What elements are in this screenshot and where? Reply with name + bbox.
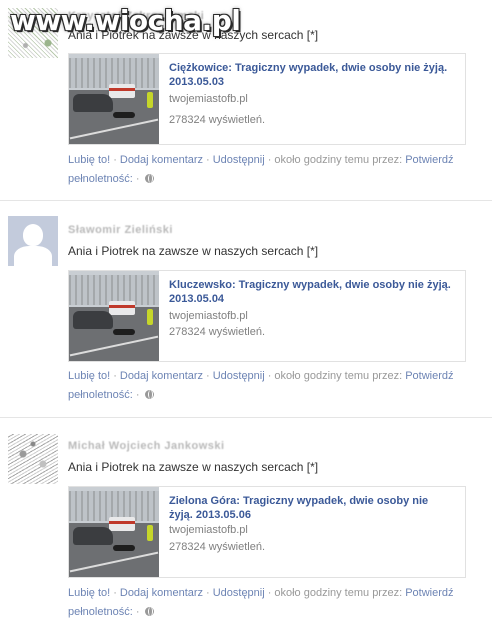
- post-message: Ania i Piotrek na zawsze w naszych serca…: [68, 460, 319, 474]
- link-attachment[interactable]: Kluczewsko: Tragiczny wypadek, dwie osob…: [68, 270, 466, 362]
- globe-icon[interactable]: [144, 390, 154, 399]
- post-message: Ania i Piotrek na zawsze w naszych serca…: [68, 244, 319, 258]
- post-meta: około godziny temu przez:: [274, 587, 403, 599]
- attachment-title-link[interactable]: Zielona Góra: Tragiczny wypadek, dwie os…: [169, 494, 455, 522]
- globe-icon[interactable]: [144, 174, 154, 183]
- attachment-thumbnail[interactable]: [69, 487, 159, 577]
- post-meta: około godziny temu przez:: [274, 370, 403, 382]
- share-link[interactable]: Udostępnij: [213, 587, 265, 599]
- attachment-domain: twojemiastofb.pl: [169, 93, 248, 105]
- attachment-domain: twojemiastofb.pl: [169, 524, 248, 536]
- author-avatar[interactable]: [8, 434, 58, 484]
- attachment-title-link[interactable]: Kluczewsko: Tragiczny wypadek, dwie osob…: [169, 278, 455, 306]
- share-link[interactable]: Udostępnij: [213, 370, 265, 382]
- post-divider: [0, 417, 492, 418]
- globe-icon[interactable]: [144, 607, 154, 616]
- attachment-views: 278324 wyświetleń.: [169, 326, 266, 338]
- attachment-thumbnail[interactable]: [69, 54, 159, 144]
- post-actions: Lubię to! · Dodaj komentarz · Udostępnij · oko…: [68, 587, 454, 618]
- comment-link[interactable]: Dodaj komentarz: [120, 370, 203, 382]
- post-actions: Lubię to! · Dodaj komentarz · Udostępnij · oko…: [68, 370, 454, 401]
- author-avatar[interactable]: [8, 216, 58, 266]
- attachment-views: 278324 wyświetleń.: [169, 114, 266, 126]
- author-name[interactable]: Michał Wojciech Jankowski: [68, 440, 225, 452]
- like-link[interactable]: Lubię to!: [68, 154, 110, 166]
- default-profile-icon: [23, 224, 43, 246]
- comment-link[interactable]: Dodaj komentarz: [120, 587, 203, 599]
- attachment-views: 278324 wyświetleń.: [169, 541, 266, 553]
- post-meta: około godziny temu przez:: [274, 154, 403, 166]
- like-link[interactable]: Lubię to!: [68, 370, 110, 382]
- attachment-thumbnail[interactable]: [69, 271, 159, 361]
- attachment-title-link[interactable]: Ciężkowice: Tragiczny wypadek, dwie osob…: [169, 61, 455, 89]
- link-attachment[interactable]: Zielona Góra: Tragiczny wypadek, dwie os…: [68, 486, 466, 578]
- share-link[interactable]: Udostępnij: [213, 154, 265, 166]
- link-attachment[interactable]: Ciężkowice: Tragiczny wypadek, dwie osob…: [68, 53, 466, 145]
- post-actions: Lubię to! · Dodaj komentarz · Udostępnij · oko…: [68, 154, 454, 185]
- comment-link[interactable]: Dodaj komentarz: [120, 154, 203, 166]
- attachment-domain: twojemiastofb.pl: [169, 310, 248, 322]
- watermark-logo: www.wiocha.pl: [10, 4, 241, 37]
- like-link[interactable]: Lubię to!: [68, 587, 110, 599]
- post-divider: [0, 200, 492, 201]
- author-name[interactable]: Sławomir Zieliński: [68, 224, 173, 236]
